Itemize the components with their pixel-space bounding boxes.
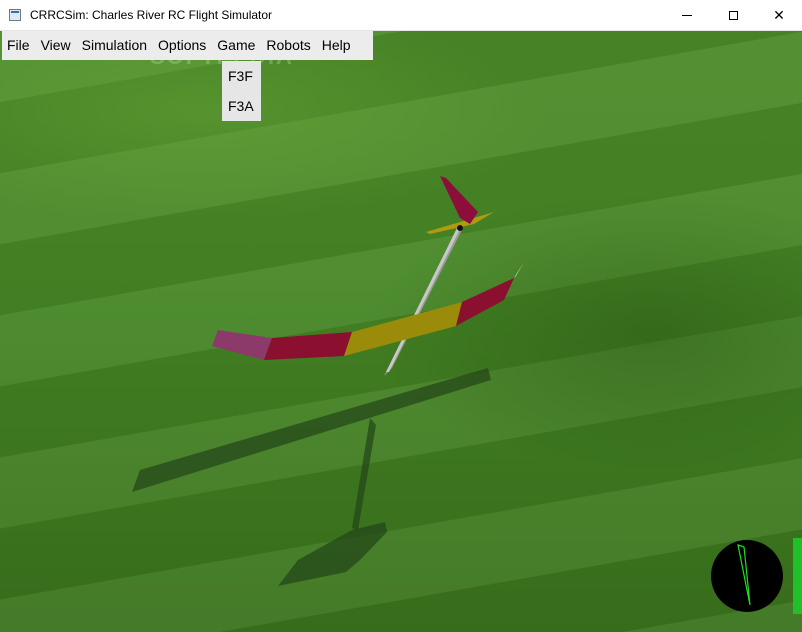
- glider-shadow: [132, 368, 491, 586]
- maximize-icon: [728, 10, 738, 20]
- title-bar[interactable]: CRRCSim: Charles River RC Flight Simulat…: [0, 0, 802, 31]
- menu-item-f3f[interactable]: F3F: [222, 61, 261, 91]
- menu-view[interactable]: View: [36, 31, 77, 60]
- throttle-indicator: [793, 538, 802, 614]
- 3d-viewport[interactable]: [0, 31, 802, 632]
- menu-options[interactable]: Options: [153, 31, 212, 60]
- app-window: CRRCSim: Charles River RC Flight Simulat…: [0, 0, 802, 632]
- maximize-button[interactable]: [710, 0, 756, 30]
- minimize-button[interactable]: [664, 0, 710, 30]
- glider-tail: [426, 176, 494, 234]
- window-title: CRRCSim: Charles River RC Flight Simulat…: [30, 8, 273, 22]
- menu-file[interactable]: File: [2, 31, 36, 60]
- scene-graphics: [132, 176, 524, 586]
- app-icon: [9, 9, 21, 21]
- menu-item-f3a[interactable]: F3A: [222, 91, 261, 121]
- minimize-icon: [682, 14, 692, 16]
- close-button[interactable]: ✕: [756, 0, 802, 30]
- menu-help[interactable]: Help: [317, 31, 357, 60]
- menu-bar: File View Simulation Options Game Robots…: [2, 31, 373, 60]
- menu-game[interactable]: Game: [212, 31, 261, 60]
- glider-fuselage: [384, 226, 463, 376]
- menu-simulation[interactable]: Simulation: [77, 31, 153, 60]
- game-dropdown-menu: F3F F3A: [222, 61, 261, 121]
- glider-wing: [212, 262, 524, 360]
- close-icon: ✕: [773, 6, 785, 23]
- menu-robots[interactable]: Robots: [261, 31, 316, 60]
- compass-icon: [711, 540, 783, 612]
